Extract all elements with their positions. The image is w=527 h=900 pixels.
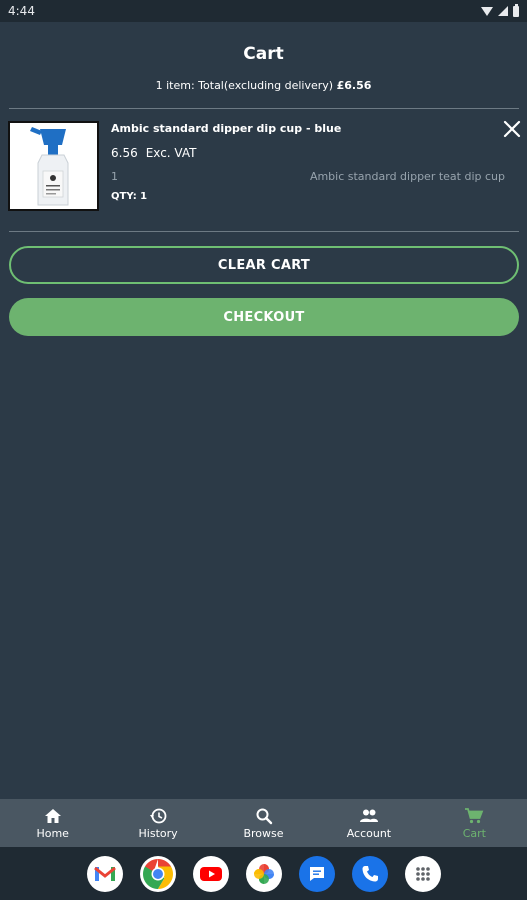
- wifi-icon: [481, 6, 493, 16]
- battery-icon: [513, 3, 519, 17]
- divider: [9, 231, 519, 232]
- status-time: 4:44: [8, 4, 35, 18]
- nav-label-history: History: [138, 826, 178, 840]
- dip-cup-bottle-icon: [10, 123, 97, 209]
- cart-icon: [465, 807, 484, 823]
- photos-app[interactable]: [245, 855, 282, 892]
- status-icons: [481, 3, 519, 17]
- vat-label: Exc. VAT: [145, 146, 197, 160]
- system-dock: [0, 847, 527, 900]
- nav-item-history[interactable]: History: [105, 799, 210, 847]
- quantity-label: QTY: 1: [111, 191, 148, 202]
- summary-text: 1 item: Total(excluding delivery): [155, 79, 337, 92]
- app-drawer[interactable]: [404, 855, 441, 892]
- nav-label-cart: Cart: [462, 826, 486, 840]
- nav-item-browse[interactable]: Browse: [211, 799, 316, 847]
- product-thumbnail[interactable]: [8, 121, 99, 211]
- messages-app[interactable]: [298, 855, 335, 892]
- nav-label-account: Account: [346, 826, 392, 840]
- chrome-app[interactable]: [139, 855, 176, 892]
- messages-icon: [309, 866, 324, 881]
- bottom-nav: Home History Browse Account Cart: [0, 799, 527, 847]
- summary-total: £6.56: [336, 79, 372, 92]
- search-icon: [256, 808, 272, 824]
- history-icon: [150, 808, 167, 823]
- chrome-icon: [142, 858, 173, 889]
- close-icon: [503, 120, 521, 138]
- photos-icon: [253, 863, 274, 884]
- nav-label-home: Home: [36, 826, 69, 840]
- people-icon: [359, 809, 378, 822]
- quantity-value: 1: [111, 170, 118, 183]
- nav-item-home[interactable]: Home: [0, 799, 105, 847]
- checkout-button[interactable]: CHECKOUT: [9, 298, 519, 336]
- nav-item-cart[interactable]: Cart: [422, 799, 527, 847]
- gmail-app[interactable]: [86, 855, 123, 892]
- divider: [9, 108, 519, 109]
- app-drawer-icon: [415, 866, 430, 881]
- youtube-app[interactable]: [192, 855, 229, 892]
- product-description: Ambic standard dipper teat dip cup: [309, 170, 505, 183]
- status-bar: 4:44: [0, 0, 527, 22]
- home-icon: [44, 808, 61, 823]
- product-price-row: 6.56 Exc. VAT: [111, 146, 196, 160]
- cart-summary: 1 item: Total(excluding delivery) £6.56: [0, 79, 527, 92]
- page-title: Cart: [243, 44, 284, 64]
- clear-cart-button[interactable]: CLEAR CART: [9, 246, 519, 284]
- phone-icon: [362, 865, 378, 881]
- product-name[interactable]: Ambic standard dipper dip cup - blue: [111, 122, 341, 135]
- youtube-icon: [199, 866, 222, 881]
- signal-icon: [498, 6, 508, 16]
- nav-label-browse: Browse: [243, 826, 284, 840]
- product-price: 6.56: [111, 146, 138, 160]
- phone-app[interactable]: [351, 855, 388, 892]
- nav-item-account[interactable]: Account: [316, 799, 421, 847]
- gmail-icon: [93, 866, 116, 881]
- remove-item-button[interactable]: [501, 118, 523, 140]
